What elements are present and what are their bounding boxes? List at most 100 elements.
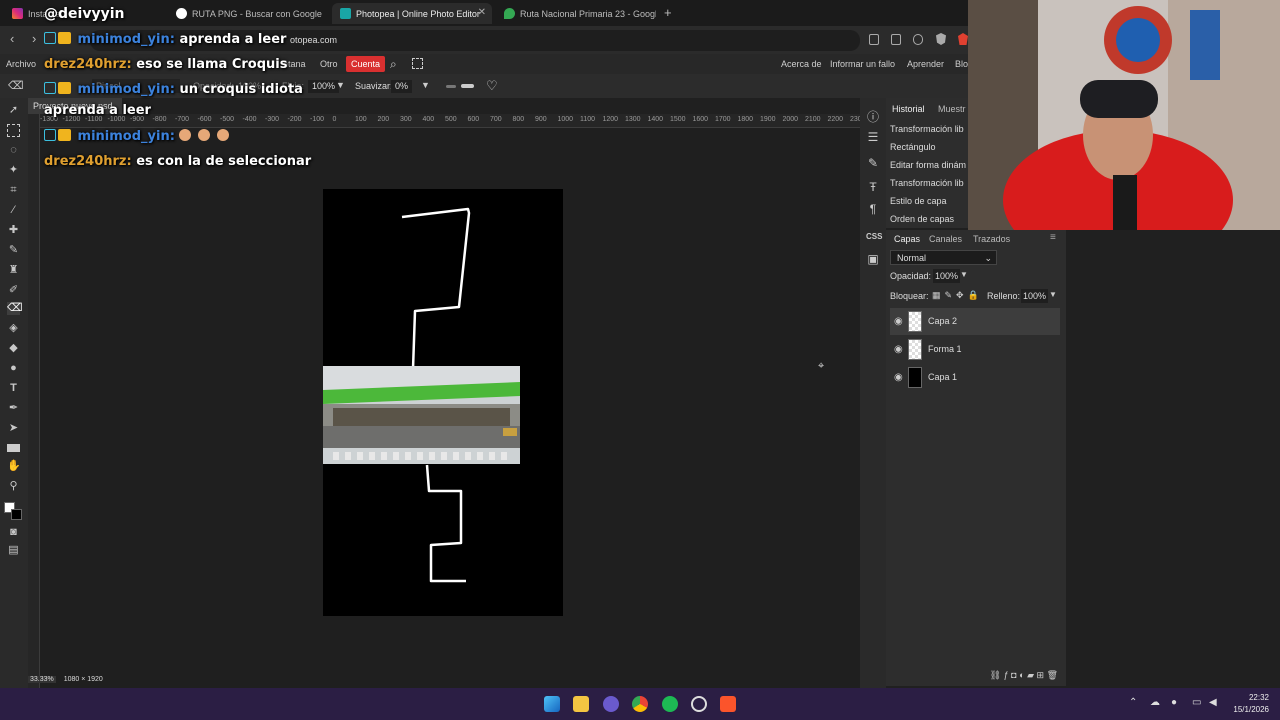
shield-icon[interactable]	[936, 33, 946, 45]
blur-tool-icon[interactable]: ◆	[7, 342, 20, 355]
brush-panel-icon[interactable]: ✎	[866, 156, 880, 170]
spotify-icon[interactable]	[662, 696, 678, 712]
eye-icon[interactable]: ◉	[894, 344, 903, 355]
account-button[interactable]: Cuenta	[346, 56, 386, 72]
layer-row-forma-1[interactable]: ◉ Forma 1	[890, 336, 1060, 363]
zoom-tool-icon[interactable]: ⚲	[7, 480, 20, 493]
brush-tool-icon[interactable]: ✎	[7, 244, 20, 257]
history-item[interactable]: Rectángulo	[890, 142, 936, 152]
layer-opacity-value[interactable]: 100%	[933, 269, 961, 283]
menu-blog[interactable]: Blo	[955, 59, 968, 69]
lasso-tool-icon[interactable]: ◌	[7, 144, 20, 157]
history-item[interactable]: Estilo de capa	[890, 196, 947, 206]
eye-icon[interactable]: ◉	[894, 372, 903, 383]
smooth-value[interactable]: 0%	[391, 80, 413, 93]
speaker-icon[interactable]: ◀	[1209, 697, 1217, 708]
shape-tool-icon[interactable]	[7, 444, 20, 452]
clock[interactable]: 22:32 15/1/2026	[1229, 693, 1269, 714]
link-icon[interactable]: ⛓	[990, 670, 1001, 680]
dodge-tool-icon[interactable]: ●	[7, 362, 20, 375]
history-item[interactable]: Orden de capas	[890, 214, 954, 224]
eraser-tool-icon[interactable]: ⌫	[7, 302, 23, 315]
mask-icon[interactable]: ◘	[1011, 670, 1016, 680]
paragraph-icon[interactable]: ¶	[866, 202, 880, 216]
obs-icon[interactable]	[691, 696, 707, 712]
info-icon[interactable]: ⓘ	[866, 108, 880, 125]
tab-photopea[interactable]: Photopea | Online Photo Editor ✕	[332, 3, 492, 24]
fullscreen-icon[interactable]	[412, 58, 423, 69]
type-tool-icon[interactable]: T	[7, 382, 20, 395]
new-tab-button[interactable]: +	[664, 5, 672, 20]
pressure-icon[interactable]	[446, 85, 456, 88]
display-icon[interactable]: ▭	[1192, 697, 1201, 708]
opacity-dropdown-icon[interactable]: ▼	[960, 270, 968, 279]
history-item[interactable]: Transformación lib	[890, 178, 964, 188]
properties-icon[interactable]: ☰	[866, 130, 880, 144]
tab-google-search[interactable]: RUTA PNG - Buscar con Google	[168, 3, 330, 24]
tab-capas[interactable]: Capas	[894, 234, 920, 244]
back-icon[interactable]: ‹	[10, 31, 14, 46]
brave-icon[interactable]	[958, 33, 968, 45]
fill-dropdown-icon[interactable]: ▼	[1049, 290, 1057, 299]
chevron-up-icon[interactable]: ⌃	[1129, 697, 1137, 708]
window-icon[interactable]	[891, 34, 901, 45]
eraser-tool-icon[interactable]: ⌫	[8, 79, 24, 92]
tab-canales[interactable]: Canales	[929, 234, 962, 244]
panel-menu-icon[interactable]: ≡	[1050, 232, 1056, 243]
stamp-tool-icon[interactable]: ♜	[7, 264, 20, 277]
marquee-tool-icon[interactable]	[7, 124, 20, 137]
symmetry-icon[interactable]: ♡	[486, 78, 498, 94]
brave-icon[interactable]	[720, 696, 736, 712]
tab-historial[interactable]: Historial	[892, 104, 925, 114]
search-icon[interactable]: ⌕	[390, 57, 397, 72]
magic-wand-icon[interactable]: ✦	[7, 164, 20, 177]
image-icon[interactable]: ▣	[866, 252, 880, 266]
hand-tool-icon[interactable]: ✋	[7, 460, 21, 473]
flow-value[interactable]: 100%	[308, 80, 340, 93]
discord-icon[interactable]	[603, 696, 619, 712]
path-select-icon[interactable]: ➤	[7, 422, 20, 435]
history-item[interactable]: Transformación lib	[890, 124, 964, 134]
close-tab-icon[interactable]: ✕	[478, 7, 486, 18]
screen-mode-icon[interactable]: ▤	[7, 544, 20, 557]
tab-trazados[interactable]: Trazados	[973, 234, 1010, 244]
quick-mask-icon[interactable]: ◙	[7, 526, 20, 539]
layer-row-capa-1[interactable]: ◉ Capa 1	[890, 364, 1060, 391]
move-tool-icon[interactable]: ➚	[7, 104, 20, 117]
share-icon[interactable]	[913, 34, 923, 45]
blend-mode-select[interactable]: Normal ⌄	[890, 250, 997, 265]
smooth-dropdown-icon[interactable]: ▼	[421, 80, 430, 90]
lock-icons[interactable]: ▦✎✥🔒	[932, 290, 983, 301]
stylus-icon[interactable]	[461, 84, 474, 88]
fill-tool-icon[interactable]: ◈	[7, 322, 20, 335]
tab-google-maps[interactable]: Ruta Nacional Primaria 23 - Google M	[496, 3, 656, 24]
tab-muestras[interactable]: Muestr	[938, 104, 966, 114]
trash-icon[interactable]: 🗑	[1047, 670, 1058, 680]
clipboard-icon[interactable]	[869, 34, 879, 45]
chrome-icon[interactable]	[632, 696, 648, 712]
pen-tool-icon[interactable]: ✒	[7, 402, 20, 415]
healing-tool-icon[interactable]: ✚	[7, 224, 20, 237]
fill-value[interactable]: 100%	[1021, 289, 1049, 303]
menu-acerca[interactable]: Acerca de	[781, 59, 822, 69]
menu-informar-fallo[interactable]: Informar un fallo	[830, 59, 895, 69]
cloud-icon[interactable]: ☁	[1150, 697, 1160, 708]
folder-icon[interactable]: ▰	[1027, 670, 1034, 680]
background-color-swatch[interactable]	[11, 509, 22, 520]
history-brush-icon[interactable]: ✐	[7, 284, 20, 297]
file-explorer-icon[interactable]	[573, 696, 589, 712]
flow-dropdown-icon[interactable]: ▼	[336, 80, 345, 90]
menu-otro[interactable]: Otro	[320, 59, 338, 69]
fx-icon[interactable]: ƒ	[1004, 670, 1009, 680]
crop-tool-icon[interactable]: ⌗	[7, 184, 20, 197]
new-layer-icon[interactable]: ⊞	[1037, 670, 1045, 680]
css-icon[interactable]: CSS	[866, 232, 882, 241]
menu-aprender[interactable]: Aprender	[907, 59, 944, 69]
history-item[interactable]: Editar forma dinám	[890, 160, 966, 170]
layer-row-capa-2[interactable]: ◉ Capa 2	[890, 308, 1060, 335]
eyedropper-icon[interactable]: ⁄	[7, 204, 20, 217]
character-icon[interactable]: Ŧ	[866, 180, 880, 194]
eye-icon[interactable]: ◉	[894, 316, 903, 327]
microphone-icon[interactable]: ●	[1171, 697, 1177, 708]
windows-start-icon[interactable]	[544, 696, 560, 712]
